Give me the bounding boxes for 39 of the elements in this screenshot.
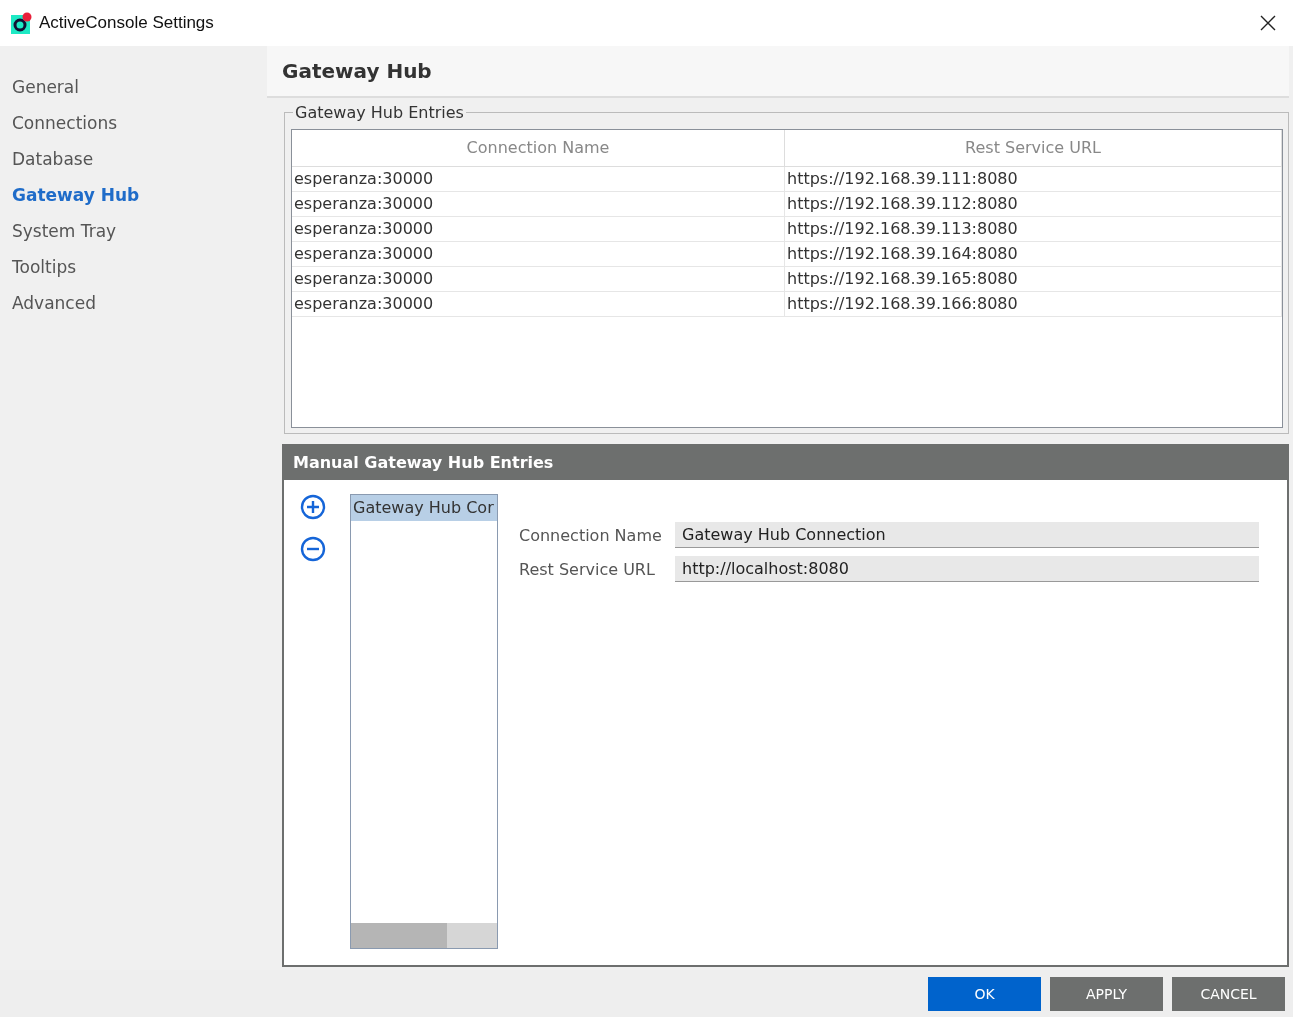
table-cell: esperanza:30000 bbox=[292, 192, 785, 217]
sidebar-item[interactable]: Connections bbox=[0, 109, 267, 145]
horizontal-scrollbar[interactable] bbox=[351, 923, 497, 948]
sidebar-item[interactable]: Tooltips bbox=[0, 253, 267, 289]
table-cell: https://192.168.39.164:8080 bbox=[785, 242, 1282, 267]
panel-header: Manual Gateway Hub Entries bbox=[284, 446, 1287, 480]
table-cell: esperanza:30000 bbox=[292, 292, 785, 317]
table-cell: esperanza:30000 bbox=[292, 167, 785, 192]
group-title: Gateway Hub Entries bbox=[293, 103, 466, 122]
dialog-button[interactable]: APPLY bbox=[1050, 976, 1163, 1011]
dialog-button[interactable]: CANCEL bbox=[1172, 976, 1285, 1011]
sidebar-item[interactable]: System Tray bbox=[0, 217, 267, 253]
app-logo-icon bbox=[11, 12, 33, 34]
remove-icon[interactable] bbox=[300, 536, 326, 562]
table-cell: https://192.168.39.112:8080 bbox=[785, 192, 1282, 217]
input-field[interactable]: Gateway Hub Connection bbox=[675, 522, 1259, 548]
input-field[interactable]: http://localhost:8080 bbox=[675, 556, 1259, 582]
list-item[interactable]: Gateway Hub Cor bbox=[351, 495, 497, 521]
sidebar-item[interactable]: General bbox=[0, 73, 267, 109]
scrollbar-thumb[interactable] bbox=[351, 923, 447, 948]
table-cell: https://192.168.39.166:8080 bbox=[785, 292, 1282, 317]
add-icon[interactable] bbox=[300, 494, 326, 520]
table-cell: https://192.168.39.113:8080 bbox=[785, 217, 1282, 242]
field-label: Rest Service URL bbox=[519, 559, 656, 579]
column-header[interactable]: Rest Service URL bbox=[785, 130, 1282, 167]
table-cell: esperanza:30000 bbox=[292, 242, 785, 267]
sidebar-item[interactable]: Gateway Hub bbox=[0, 181, 267, 217]
table-cell: https://192.168.39.165:8080 bbox=[785, 267, 1282, 292]
window-title: ActiveConsole Settings bbox=[39, 13, 214, 33]
column-header[interactable]: Connection Name bbox=[292, 130, 785, 167]
page-title: Gateway Hub bbox=[267, 46, 1289, 98]
table-cell: esperanza:30000 bbox=[292, 217, 785, 242]
dialog-button[interactable]: OK bbox=[928, 976, 1041, 1011]
table-cell: https://192.168.39.111:8080 bbox=[785, 167, 1282, 192]
table-cell: esperanza:30000 bbox=[292, 267, 785, 292]
field-label: Connection Name bbox=[519, 525, 663, 545]
sidebar-item[interactable]: Advanced bbox=[0, 289, 267, 325]
close-icon[interactable] bbox=[1260, 15, 1276, 31]
sidebar-item[interactable]: Database bbox=[0, 145, 267, 181]
